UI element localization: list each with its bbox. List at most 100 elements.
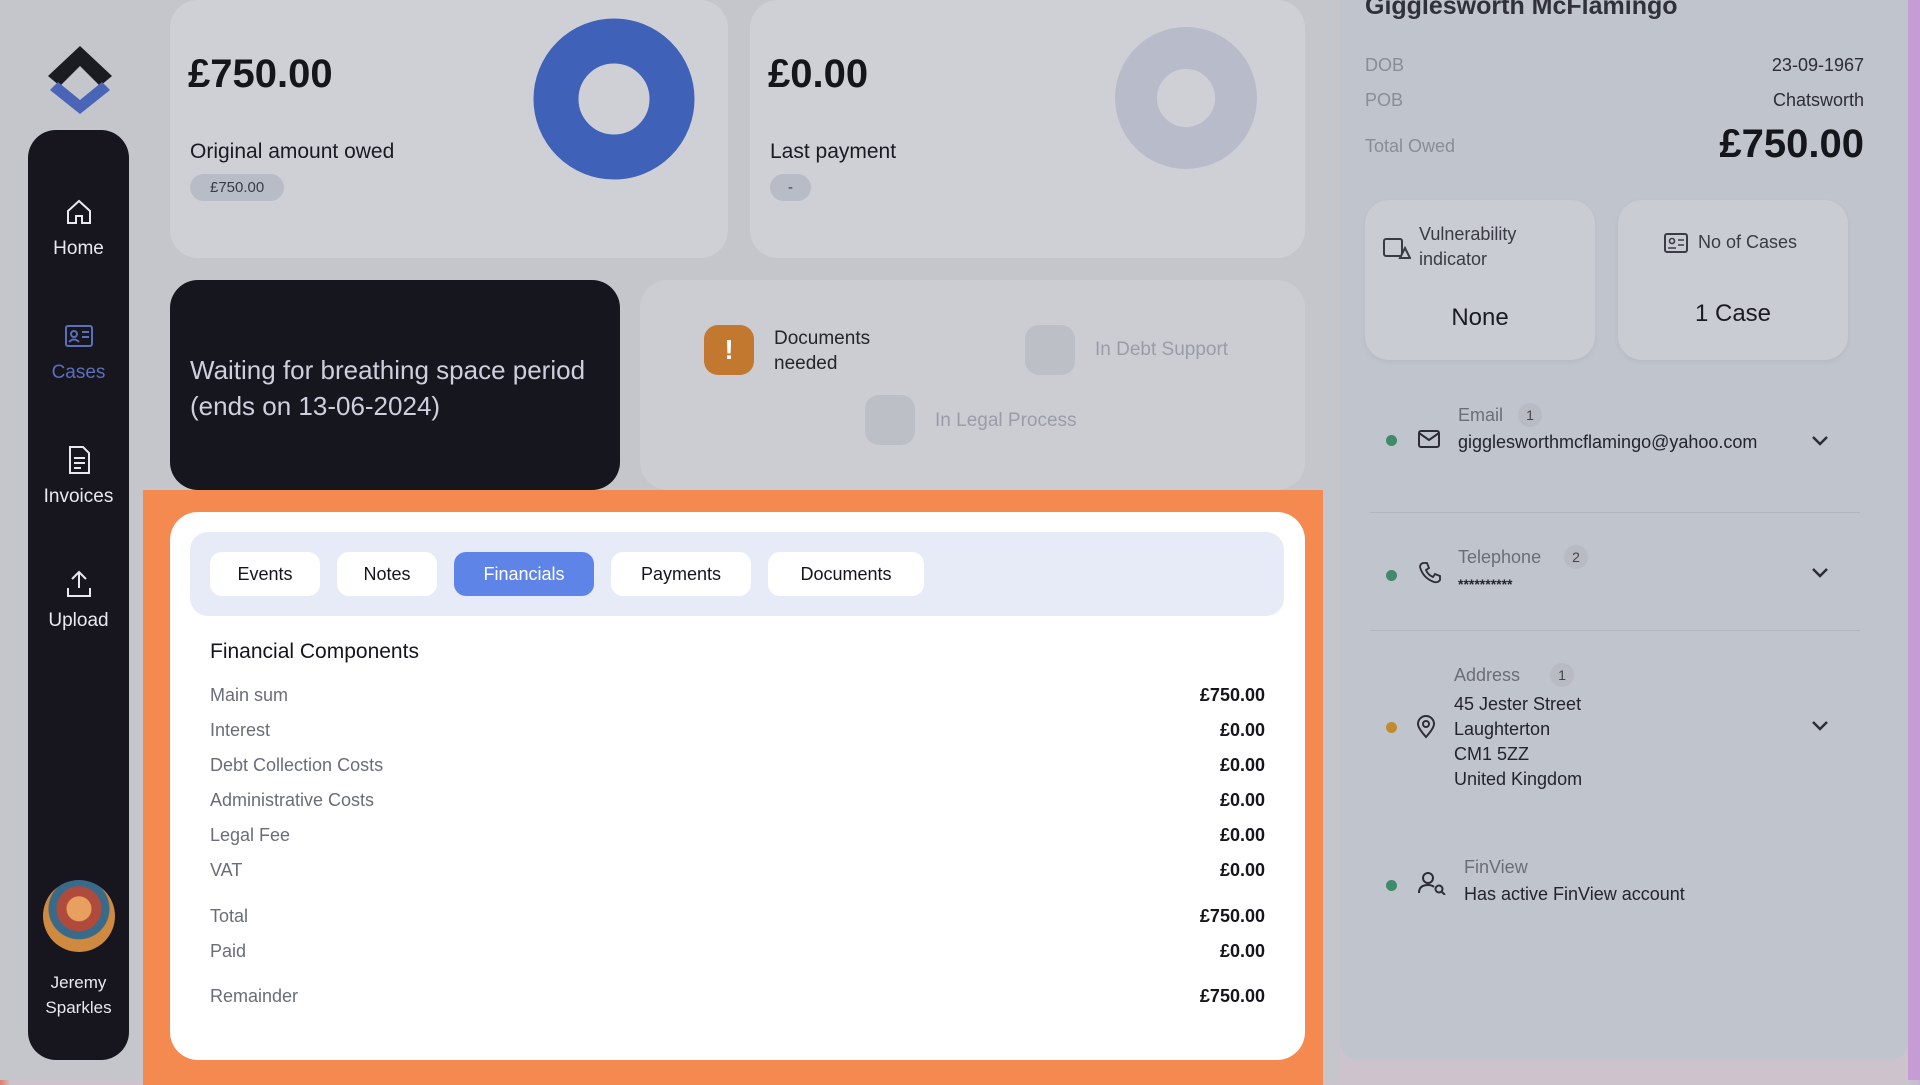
divider: [1370, 512, 1860, 513]
sidebar-item-upload[interactable]: Upload: [28, 568, 129, 632]
status-dot: [1386, 570, 1397, 581]
pob-label: POB: [1365, 90, 1404, 110]
status-dot: [1386, 722, 1397, 733]
collected-label: Last payment: [770, 140, 897, 163]
status-dot: [1386, 880, 1397, 891]
row-label: Main sum: [210, 685, 289, 705]
financial-row-legal-fee: Legal Fee £0.00: [210, 825, 1265, 855]
debt-support-icon: [1025, 325, 1075, 375]
sidebar-item-home[interactable]: Home: [28, 196, 129, 260]
email-title: Email: [1458, 405, 1504, 425]
collected-donut: [1115, 27, 1257, 169]
vulnerability-card[interactable]: Vulnerability indicator None: [1365, 200, 1595, 360]
telephone-value: **********: [1458, 576, 1513, 592]
address-count: 1: [1550, 663, 1574, 687]
tab-bar: Events Notes Financials Payments Documen…: [190, 532, 1284, 616]
breathing-space-text: Waiting for breathing space period (ends…: [190, 355, 586, 421]
tab-notes[interactable]: Notes: [337, 552, 437, 596]
status-debt-support: In Debt Support: [1095, 339, 1229, 360]
row-label: Total: [210, 906, 249, 926]
finview-contact[interactable]: FinView Has active FinView account: [1370, 855, 1860, 915]
row-value: £0.00: [1219, 755, 1265, 775]
address-line: CM1 5ZZ: [1454, 744, 1530, 764]
status-legal: In Legal Process: [935, 410, 1077, 431]
address-contact[interactable]: Address 1 45 Jester Street Laughterton C…: [1370, 660, 1860, 795]
address-title: Address: [1454, 665, 1521, 685]
owed-label: Original amount owed: [190, 140, 395, 163]
row-value: £0.00: [1219, 941, 1265, 961]
financial-row-total: Total £750.00: [210, 906, 1265, 936]
financial-row-remainder: Remainder £750.00: [210, 986, 1265, 1016]
debtor-name: Gigglesworth McFlamingo: [1365, 0, 1678, 20]
sidebar-item-label: Home: [53, 238, 104, 259]
telephone-contact[interactable]: Telephone 2 **********: [1370, 540, 1860, 620]
row-label: Legal Fee: [210, 825, 291, 845]
row-value: £750.00: [1199, 685, 1265, 705]
sidebar-item-label: Cases: [51, 362, 106, 383]
row-value: £750.00: [1199, 906, 1265, 926]
tab-payments[interactable]: Payments: [611, 552, 751, 596]
cases-count-card[interactable]: No of Cases 1 Case: [1618, 200, 1848, 360]
financial-row-vat: VAT £0.00: [210, 860, 1265, 890]
vulnerability-value: None: [1451, 304, 1509, 331]
status-dot: [1386, 435, 1397, 446]
phone-icon: [1419, 562, 1441, 584]
user-name: Jeremy Sparkles: [45, 973, 112, 1017]
financial-row-main-sum: Main sum £750.00: [210, 685, 1265, 715]
mail-icon: [1418, 430, 1440, 448]
tab-financials[interactable]: Financials: [454, 552, 594, 596]
finview-title: FinView: [1464, 857, 1528, 877]
breathing-space-card: Waiting for breathing space period (ends…: [170, 280, 620, 490]
sidebar-item-label: Upload: [48, 610, 109, 631]
financial-row-admin: Administrative Costs £0.00: [210, 790, 1265, 820]
address-line: United Kingdom: [1454, 769, 1583, 789]
right-edge: [1908, 0, 1920, 1080]
upload-icon: [66, 570, 91, 597]
email-contact[interactable]: Email 1 gigglesworthmcflamingo@yahoo.com: [1370, 395, 1860, 505]
home-icon: [66, 199, 91, 224]
row-label: Interest: [210, 720, 271, 740]
total-owed-value: £750.00: [1719, 122, 1864, 166]
address-line: Laughterton: [1454, 719, 1551, 739]
financial-row-paid: Paid £0.00: [210, 941, 1265, 971]
owed-amount: £750.00: [188, 52, 333, 96]
tab-events[interactable]: Events: [210, 552, 320, 596]
dob-value: 23-09-1967: [1771, 55, 1864, 75]
invoice-icon: [68, 446, 90, 474]
vulnerability-icon: [1383, 238, 1411, 259]
row-value: £0.00: [1219, 825, 1265, 845]
avatar[interactable]: [43, 880, 115, 952]
email-value: gigglesworthmcflamingo@yahoo.com: [1458, 432, 1758, 452]
telephone-title: Telephone: [1458, 547, 1542, 567]
financial-components-title: Financial Components: [210, 640, 419, 663]
collected-pill: -: [770, 174, 811, 201]
legal-icon: [865, 395, 915, 445]
vulnerability-label: Vulnerability indicator: [1419, 224, 1517, 269]
email-count: 1: [1518, 403, 1542, 427]
id-card-icon: [1664, 233, 1688, 253]
owed-card: £750.00 Original amount owed £750.00: [170, 0, 728, 258]
sidebar-item-invoices[interactable]: Invoices: [28, 444, 129, 508]
collected-card: £0.00 Last payment -: [750, 0, 1305, 258]
tab-documents[interactable]: Documents: [768, 552, 924, 596]
pob-value: Chatsworth: [1772, 90, 1864, 110]
chevron-down-icon[interactable]: [1810, 562, 1830, 582]
app-logo[interactable]: [40, 40, 120, 120]
sidebar-item-cases[interactable]: Cases: [28, 320, 129, 384]
user-search-icon: [1418, 872, 1446, 895]
collected-amount: £0.00: [768, 52, 869, 96]
row-value: £0.00: [1219, 860, 1265, 880]
case-details-panel: Events Notes Financials Payments Documen…: [170, 512, 1305, 1060]
row-label: VAT: [210, 860, 243, 880]
sidebar-item-label: Invoices: [43, 486, 114, 507]
row-label: Debt Collection Costs: [210, 755, 384, 775]
chevron-down-icon[interactable]: [1810, 715, 1830, 735]
chevron-down-icon[interactable]: [1810, 430, 1830, 450]
dob-label: DOB: [1365, 55, 1405, 75]
financial-row-debt-collection: Debt Collection Costs £0.00: [210, 755, 1265, 785]
sidebar-nav: Home Cases Invoices Upload Jeremy Sparkl…: [28, 130, 129, 1060]
cases-count-value: 1 Case: [1694, 300, 1772, 327]
row-label: Remainder: [210, 986, 299, 1006]
status-documents: Documents needed: [774, 328, 871, 374]
cases-icon: [64, 325, 93, 347]
